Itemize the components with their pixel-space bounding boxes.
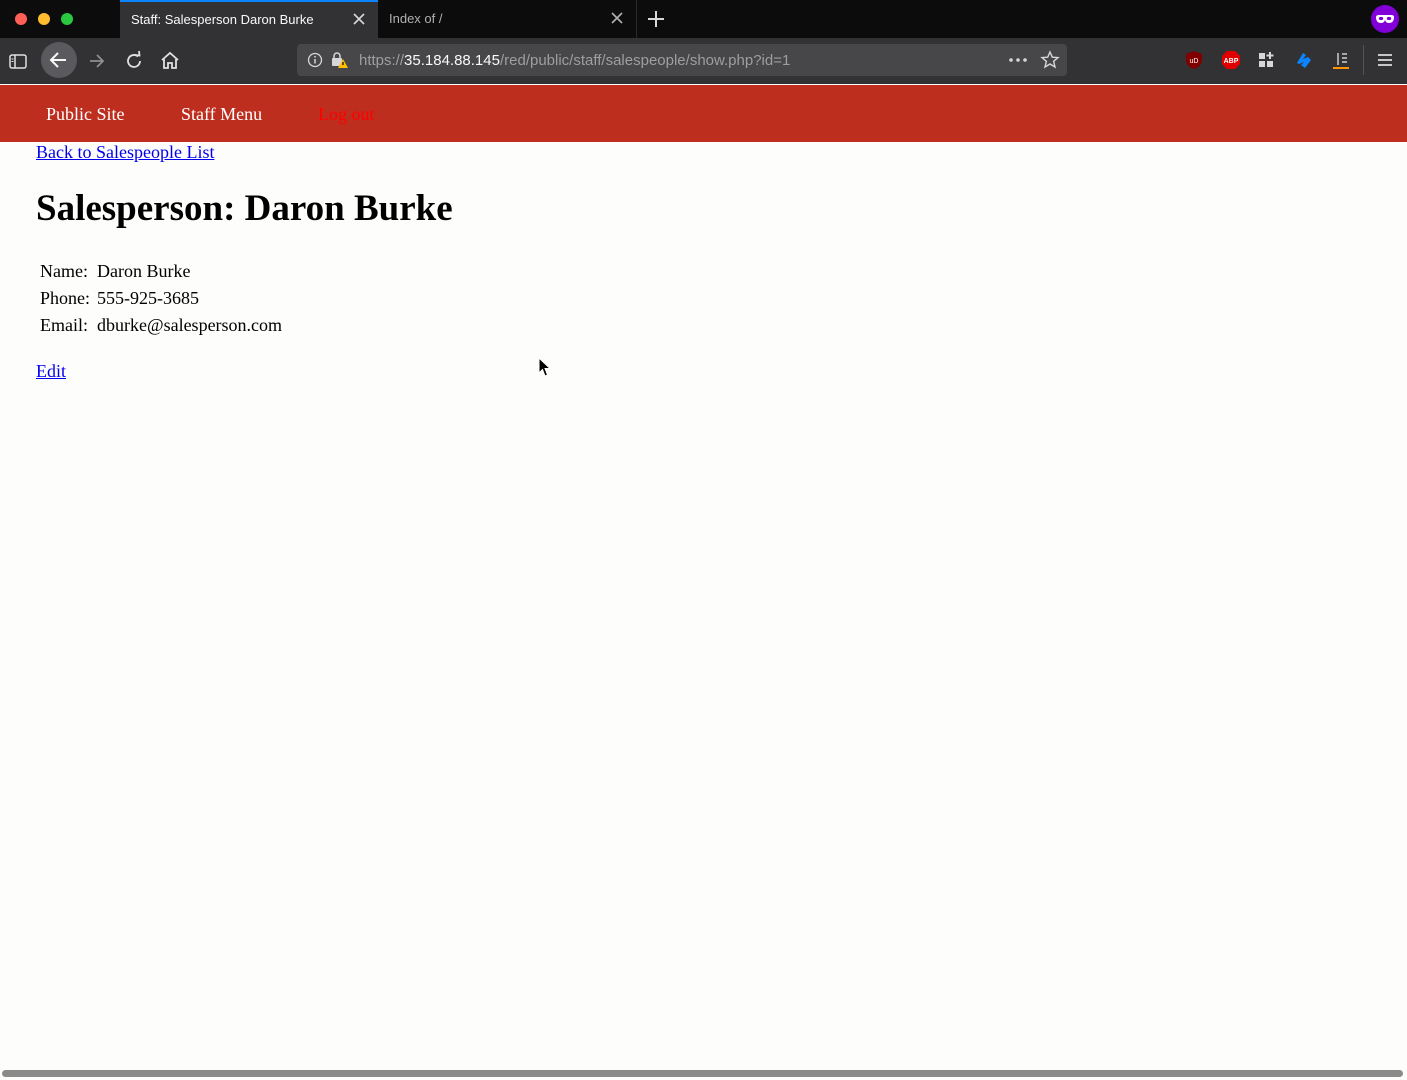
extension-icon[interactable]	[1294, 50, 1314, 70]
page-title: Salesperson: Daron Burke	[36, 188, 453, 229]
close-tab-icon[interactable]	[610, 11, 624, 25]
svg-text:ABP: ABP	[1224, 58, 1239, 65]
url-bar[interactable]: https://35.184.88.145/red/public/staff/s…	[297, 44, 1067, 76]
salesperson-attributes: Name: Daron Burke Phone: 555-925-3685 Em…	[36, 257, 286, 340]
attribute-label: Name:	[40, 261, 88, 281]
private-browsing-icon	[1371, 5, 1399, 33]
url-host: 35.184.88.145	[404, 52, 500, 69]
more-icon[interactable]	[1007, 52, 1029, 68]
attribute-row: Email: dburke@salesperson.com	[40, 313, 282, 338]
tab-active[interactable]: Staff: Salesperson Daron Burke	[120, 0, 378, 38]
back-icon	[49, 52, 66, 68]
url-scheme: https://	[359, 52, 405, 69]
attribute-row: Name: Daron Burke	[40, 259, 282, 284]
tab-title: Index of /	[389, 11, 443, 26]
menu-icon[interactable]	[1375, 50, 1395, 70]
site-navigation: Public Site Staff Menu Log out	[0, 85, 1407, 142]
close-window-button[interactable]	[15, 13, 27, 25]
attribute-row: Phone: 555-925-3685	[40, 286, 282, 311]
url-text: https://35.184.88.145/red/public/staff/s…	[359, 52, 790, 69]
zoom-window-button[interactable]	[61, 13, 73, 25]
library-icon[interactable]	[1331, 50, 1351, 70]
edit-link[interactable]: Edit	[36, 361, 66, 382]
ublock-icon[interactable]: uD	[1184, 50, 1204, 70]
mouse-cursor-icon	[538, 357, 552, 377]
close-tab-icon[interactable]	[352, 12, 366, 26]
home-icon[interactable]	[158, 49, 182, 73]
extension-icon[interactable]	[1257, 50, 1277, 70]
horizontal-scrollbar[interactable]	[2, 1070, 1403, 1077]
minimize-window-button[interactable]	[38, 13, 50, 25]
attribute-label: Email:	[40, 315, 88, 335]
nav-staff-menu-link[interactable]: Staff Menu	[181, 104, 262, 125]
attribute-value: Daron Burke	[97, 261, 191, 281]
sidebar-icon[interactable]	[6, 49, 30, 73]
tab-title: Staff: Salesperson Daron Burke	[131, 12, 314, 27]
forward-icon[interactable]	[85, 49, 109, 73]
toolbar-separator	[1363, 45, 1364, 75]
svg-text:uD: uD	[1190, 58, 1199, 65]
attribute-label: Phone:	[40, 288, 91, 308]
adblock-plus-icon[interactable]: ABP	[1221, 50, 1241, 70]
back-to-salespeople-link[interactable]: Back to Salespeople List	[36, 142, 214, 163]
back-button[interactable]	[41, 42, 77, 78]
insecure-lock-icon[interactable]	[330, 51, 350, 69]
attribute-value: 555-925-3685	[97, 288, 200, 308]
url-path: /red/public/staff/salespeople/show.php?i…	[499, 52, 791, 69]
tab-strip: Staff: Salesperson Daron Burke Index of …	[0, 0, 1407, 38]
reload-icon[interactable]	[122, 49, 146, 73]
nav-log-out-link[interactable]: Log out	[318, 104, 375, 125]
attribute-value: dburke@salesperson.com	[97, 315, 283, 335]
bookmark-star-icon[interactable]	[1040, 50, 1060, 70]
nav-public-site-link[interactable]: Public Site	[46, 104, 125, 125]
info-icon[interactable]	[307, 52, 323, 68]
tab-inactive[interactable]: Index of /	[378, 0, 637, 38]
new-tab-icon[interactable]	[645, 8, 667, 30]
